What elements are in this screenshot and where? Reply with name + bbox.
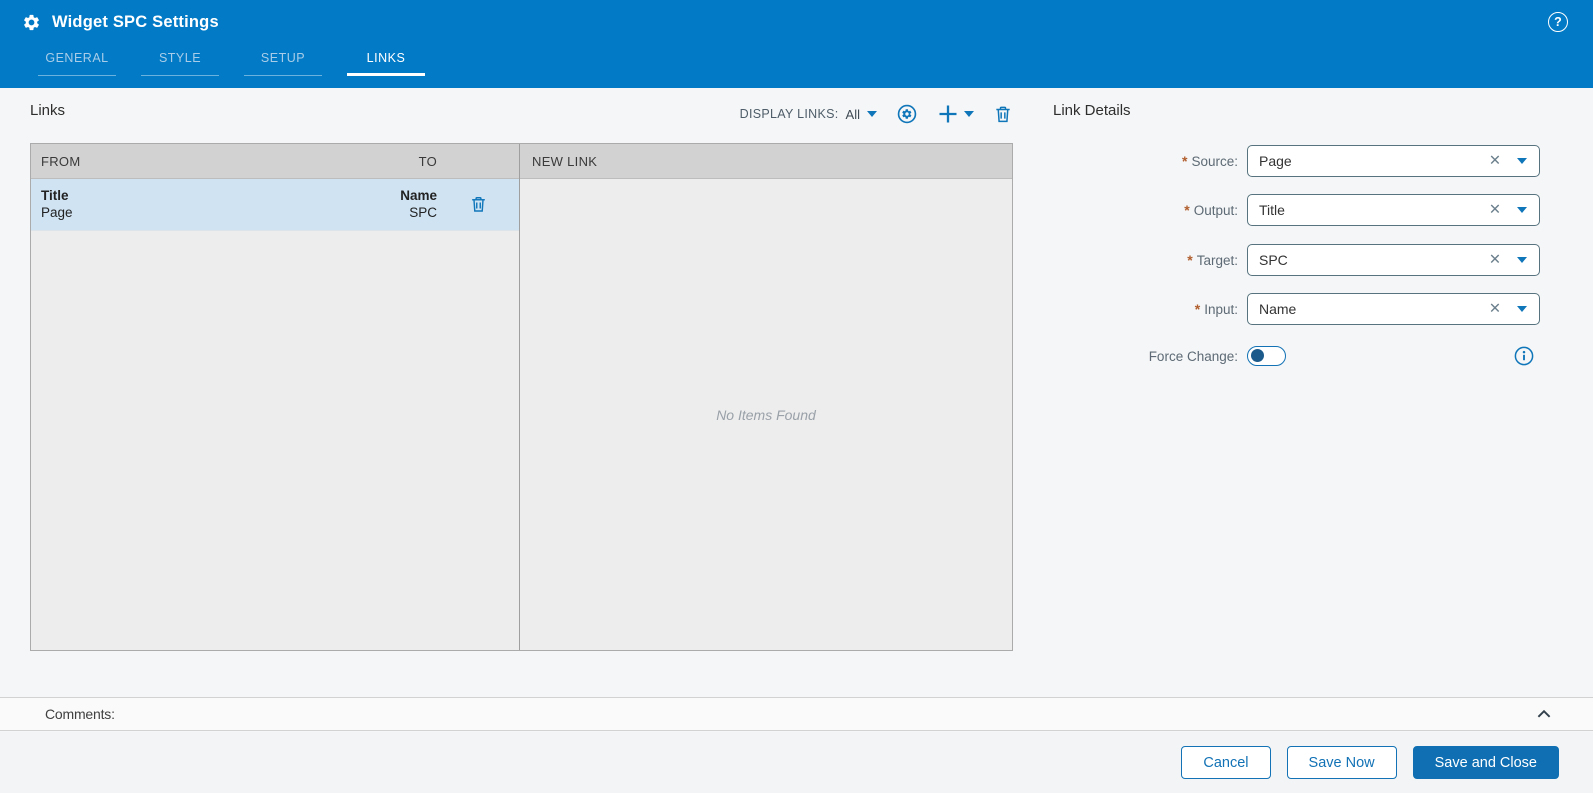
to-column-header: TO: [418, 153, 437, 169]
force-change-label: Force Change:: [1148, 348, 1238, 364]
clear-icon[interactable]: ✕: [1489, 253, 1501, 268]
clear-icon[interactable]: ✕: [1489, 154, 1501, 169]
required-marker: *: [1182, 153, 1188, 169]
link-details-title: Link Details: [1053, 102, 1131, 119]
chevron-down-icon: [964, 111, 974, 117]
save-now-button[interactable]: Save Now: [1286, 746, 1397, 779]
comments-label: Comments:: [45, 706, 115, 722]
add-link-dropdown[interactable]: [937, 103, 974, 125]
new-link-body: No Items Found: [520, 179, 1012, 650]
info-icon[interactable]: [1514, 346, 1534, 366]
cancel-button[interactable]: Cancel: [1181, 746, 1271, 779]
output-select[interactable]: Title ✕: [1247, 194, 1540, 226]
force-change-row: Force Change:: [1053, 345, 1540, 367]
source-field-row: * Source: Page ✕: [1053, 145, 1540, 177]
link-from-cell: Title Page: [31, 188, 325, 221]
to-input-name: Name: [400, 188, 437, 203]
input-value: Name: [1259, 301, 1297, 317]
existing-links-body: [31, 231, 519, 650]
tab-setup[interactable]: SETUP: [244, 44, 322, 88]
chevron-down-icon[interactable]: [1517, 306, 1527, 312]
new-link-header: NEW LINK: [520, 144, 1012, 179]
tab-style[interactable]: STYLE: [141, 44, 219, 88]
dialog-titlebar: Widget SPC Settings ?: [0, 0, 1593, 44]
input-field-row: * Input: Name ✕: [1053, 293, 1540, 325]
links-table-header: FROM TO: [31, 144, 519, 179]
links-table: FROM TO Title Page Name SPC NEW LINK No …: [30, 143, 1013, 651]
existing-links-pane: FROM TO Title Page Name SPC: [31, 144, 520, 650]
display-links-dropdown[interactable]: DISPLAY LINKS: All: [740, 107, 877, 122]
clear-icon[interactable]: ✕: [1489, 302, 1501, 317]
force-change-toggle[interactable]: [1247, 346, 1286, 366]
links-section-title: Links: [30, 102, 66, 119]
help-icon[interactable]: ?: [1548, 12, 1568, 32]
from-column-header: FROM: [41, 153, 81, 169]
new-link-pane: NEW LINK No Items Found: [520, 144, 1012, 650]
output-field-label: * Output:: [1184, 202, 1238, 218]
tab-label: STYLE: [141, 51, 219, 76]
target-field-row: * Target: SPC ✕: [1053, 244, 1540, 276]
output-field-row: * Output: Title ✕: [1053, 194, 1540, 226]
link-to-cell: Name SPC: [325, 188, 437, 221]
chevron-down-icon[interactable]: [1517, 158, 1527, 164]
chevron-down-icon: [867, 111, 877, 117]
main-content: Links DISPLAY LINKS: All FROM TO Title P…: [0, 88, 1593, 697]
toggle-knob: [1251, 348, 1264, 362]
target-value: SPC: [1259, 252, 1288, 268]
empty-state-text: No Items Found: [716, 406, 816, 423]
target-select[interactable]: SPC ✕: [1247, 244, 1540, 276]
tab-label: GENERAL: [38, 51, 116, 76]
from-source-name: Page: [41, 204, 73, 220]
tab-label: SETUP: [244, 51, 322, 76]
target-field-label: * Target:: [1187, 252, 1238, 268]
display-links-label: DISPLAY LINKS:: [739, 107, 839, 121]
delete-row-icon[interactable]: [469, 195, 488, 214]
tab-label: LINKS: [347, 51, 425, 76]
input-select[interactable]: Name ✕: [1247, 293, 1540, 325]
comments-bar: Comments:: [0, 697, 1593, 731]
from-output-name: Title: [41, 188, 69, 203]
chevron-up-icon[interactable]: [1535, 705, 1553, 723]
required-marker: *: [1184, 202, 1190, 218]
link-row-actions: [437, 195, 519, 214]
display-links-value: All: [845, 106, 860, 122]
clear-icon[interactable]: ✕: [1489, 203, 1501, 218]
links-toolbar: DISPLAY LINKS: All: [740, 100, 1013, 128]
required-marker: *: [1194, 301, 1201, 317]
new-link-column-header: NEW LINK: [532, 153, 598, 169]
gear-icon: [24, 14, 39, 30]
footer-actions: Cancel Save Now Save and Close: [0, 732, 1593, 793]
output-value: Title: [1259, 202, 1285, 218]
to-target-name: SPC: [409, 204, 437, 220]
dialog-title: Widget SPC Settings: [52, 12, 219, 31]
chevron-down-icon[interactable]: [1517, 257, 1527, 263]
plus-icon: [939, 105, 957, 123]
input-field-label: * Input:: [1194, 301, 1238, 317]
source-select[interactable]: Page ✕: [1247, 145, 1540, 177]
source-value: Page: [1259, 153, 1292, 169]
save-and-close-button[interactable]: Save and Close: [1412, 746, 1559, 779]
source-field-label: * Source:: [1182, 153, 1238, 169]
link-table-row[interactable]: Title Page Name SPC: [31, 179, 519, 231]
delete-links-icon[interactable]: [993, 104, 1013, 125]
chevron-down-icon[interactable]: [1517, 207, 1527, 213]
tab-general[interactable]: GENERAL: [38, 44, 116, 88]
tab-links[interactable]: LINKS: [347, 44, 425, 88]
auto-link-icon[interactable]: [896, 103, 918, 125]
required-marker: *: [1187, 252, 1193, 268]
tabbar: GENERAL STYLE SETUP LINKS: [0, 44, 1593, 88]
